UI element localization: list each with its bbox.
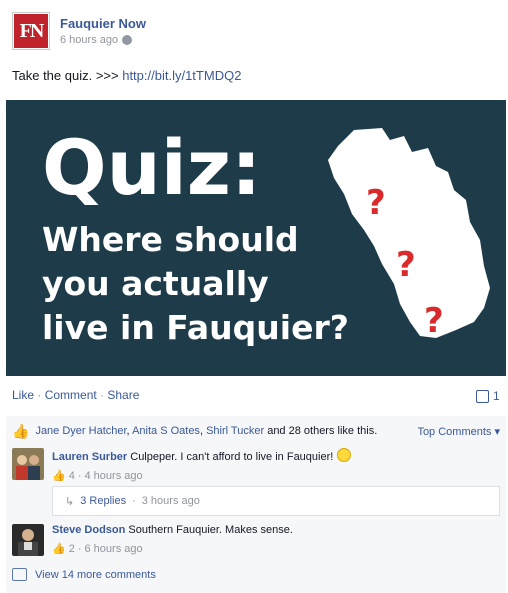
comment-link[interactable]: Comment	[45, 388, 97, 402]
avatar[interactable]	[12, 524, 44, 556]
comment-body: Steve Dodson Southern Fauquier. Makes se…	[52, 524, 500, 555]
post-text-prefix: Take the quiz. >>>	[12, 68, 123, 83]
likes-summary: Jane Dyer Hatcher, Anita S Oates, Shirl …	[35, 425, 377, 437]
reply-arrow-icon: ↳	[65, 495, 75, 508]
commenter-name[interactable]: Steve Dodson	[52, 524, 125, 536]
question-mark-1: ?	[366, 183, 386, 223]
replies-link[interactable]: 3 Replies	[80, 495, 126, 507]
county-shape	[328, 128, 490, 338]
likes-row: 👍 Jane Dyer Hatcher, Anita S Oates, Shir…	[12, 424, 500, 438]
page-name[interactable]: Fauquier Now	[60, 16, 146, 31]
comment-lauren: Lauren Surber Culpeper. I can't afford t…	[12, 448, 500, 484]
replies-separator: ·	[132, 495, 136, 507]
comment-count-value: 1	[493, 389, 500, 403]
page-logo[interactable]: FN	[12, 12, 50, 50]
likes-suffix: and 28 others like this.	[264, 425, 378, 437]
comment-meta: 👍 2 · 6 hours ago	[52, 542, 500, 556]
liker-3[interactable]: Shirl Tucker	[206, 425, 264, 437]
image-line-1: Where should	[42, 220, 299, 259]
comment-text: Culpeper. I can't afford to live in Fauq…	[130, 451, 334, 463]
comment-count-icon	[476, 389, 489, 403]
post-actions: Like · Comment · Share	[12, 388, 139, 402]
logo-text: FN	[14, 14, 48, 48]
question-mark-3: ?	[424, 301, 444, 341]
action-separator-2: ·	[96, 388, 108, 402]
share-link[interactable]: Share	[107, 388, 139, 402]
comment-area: 👍 Jane Dyer Hatcher, Anita S Oates, Shir…	[6, 416, 506, 593]
comment-line: Lauren Surber Culpeper. I can't afford t…	[52, 448, 500, 463]
liker-1[interactable]: Jane Dyer Hatcher	[35, 425, 126, 437]
post-timestamp-row: 6 hours ago	[60, 34, 133, 46]
speech-bubble-icon	[12, 568, 27, 581]
post-image[interactable]: Quiz: Where should you actually live in …	[6, 100, 506, 376]
county-map-icon: ? ? ?	[328, 128, 490, 341]
comment-like-count[interactable]: 2	[69, 543, 75, 555]
comment-meta: 👍 4 · 4 hours ago	[52, 469, 500, 483]
replies-box[interactable]: ↳ 3 Replies · 3 hours ago	[52, 486, 500, 516]
like-link[interactable]: Like	[12, 388, 34, 402]
comment-line: Steve Dodson Southern Fauquier. Makes se…	[52, 524, 500, 536]
image-line-2: you actually	[42, 264, 269, 303]
grimace-emoji-icon	[337, 448, 352, 462]
commenter-name[interactable]: Lauren Surber	[52, 451, 127, 463]
like-icon[interactable]: 👍	[52, 469, 66, 482]
comment-like-count[interactable]: 4	[69, 470, 75, 482]
globe-icon	[122, 35, 133, 45]
action-separator-1: ·	[34, 388, 45, 402]
thumbs-up-icon: 👍	[12, 423, 30, 439]
post-link[interactable]: http://bit.ly/1tTMDQ2	[122, 68, 241, 83]
comment-text: Southern Fauquier. Makes sense.	[128, 524, 293, 536]
comment-count[interactable]: 1	[476, 389, 500, 403]
comment-steve: Steve Dodson Southern Fauquier. Makes se…	[12, 524, 500, 560]
image-subtitle: Where should you actually live in Fauqui…	[42, 218, 349, 350]
image-line-3: live in Fauquier?	[42, 308, 349, 347]
post-text: Take the quiz. >>> http://bit.ly/1tTMDQ2	[12, 68, 241, 83]
view-more-comments-link[interactable]: View 14 more comments	[35, 569, 156, 581]
meta-separator: ·	[77, 542, 82, 555]
post-header: FN Fauquier Now 6 hours ago	[12, 12, 496, 52]
like-icon[interactable]: 👍	[52, 542, 66, 555]
comment-time[interactable]: 6 hours ago	[85, 543, 143, 555]
meta-separator: ·	[77, 469, 82, 482]
liker-2[interactable]: Anita S Oates	[132, 425, 200, 437]
top-comments-dropdown[interactable]: Top Comments ▾	[417, 425, 500, 438]
comment-body: Lauren Surber Culpeper. I can't afford t…	[52, 448, 500, 482]
comment-time[interactable]: 4 hours ago	[85, 470, 143, 482]
image-title: Quiz:	[42, 123, 262, 212]
question-mark-2: ?	[396, 245, 416, 285]
avatar[interactable]	[12, 448, 44, 480]
replies-time[interactable]: 3 hours ago	[142, 495, 200, 507]
post-timestamp[interactable]: 6 hours ago	[60, 34, 118, 46]
view-more-row[interactable]: View 14 more comments	[12, 568, 156, 581]
